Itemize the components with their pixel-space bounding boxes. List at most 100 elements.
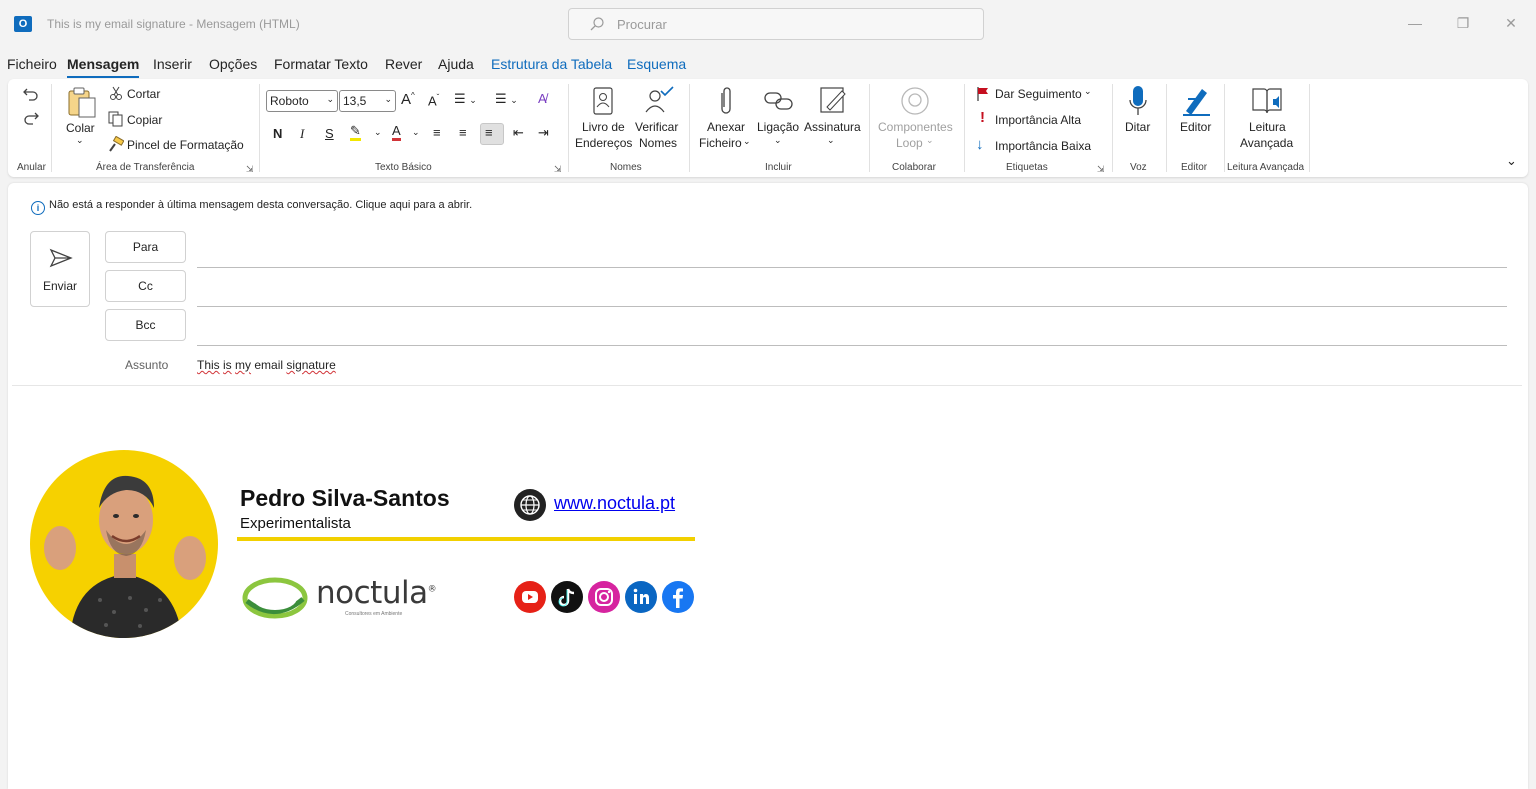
align-left-icon[interactable]: ≡ <box>433 125 441 140</box>
signature-label[interactable]: Assinatura <box>804 120 861 134</box>
redo-icon[interactable] <box>22 109 40 127</box>
link-icon[interactable] <box>763 89 795 113</box>
loop-components-icon[interactable] <box>899 85 931 117</box>
group-label-include: Incluir <box>765 162 792 173</box>
chevron-down-icon[interactable]: ⌄ <box>827 135 835 146</box>
copy-button[interactable]: Copiar <box>127 113 162 127</box>
align-right-icon[interactable]: ≡ <box>485 125 493 140</box>
tab-esquema[interactable]: Esquema <box>627 56 686 72</box>
check-names-label-2[interactable]: Nomes <box>639 136 677 150</box>
search-input[interactable]: Procurar <box>568 8 984 40</box>
microphone-icon[interactable] <box>1128 85 1148 117</box>
paste-icon[interactable] <box>66 85 98 119</box>
link-label[interactable]: Ligação <box>757 120 799 134</box>
grow-font-icon[interactable]: A^ <box>401 91 415 108</box>
tiktok-icon[interactable] <box>551 581 583 613</box>
subject-field[interactable]: This is my email signature <box>197 358 336 372</box>
check-names-icon[interactable] <box>643 85 675 115</box>
subject-word: my <box>235 358 252 372</box>
tab-mensagem[interactable]: Mensagem <box>67 56 140 78</box>
italic-button[interactable]: I <box>300 126 304 142</box>
signature-icon[interactable] <box>818 85 848 115</box>
highlight-icon[interactable]: ✎ <box>350 124 361 141</box>
check-names-label-1[interactable]: Verificar <box>635 120 678 134</box>
increase-indent-icon[interactable]: ⇥ <box>538 125 549 141</box>
signature-divider <box>237 537 695 541</box>
tab-ajuda[interactable]: Ajuda <box>438 56 474 72</box>
chevron-down-icon[interactable]: ⌄ <box>743 136 751 147</box>
website-link[interactable]: www.noctula.pt <box>554 493 675 514</box>
send-button[interactable]: Enviar <box>30 231 90 307</box>
align-center-icon[interactable]: ≡ <box>459 125 467 140</box>
bcc-button[interactable]: Bcc <box>105 309 186 341</box>
paste-dropdown-chevron-icon[interactable]: ⌄ <box>76 135 84 146</box>
bcc-field[interactable] <box>197 345 1507 346</box>
loop-components-label-1[interactable]: Componentes <box>878 120 953 134</box>
dictate-label[interactable]: Ditar <box>1125 120 1150 134</box>
editor-label[interactable]: Editor <box>1180 120 1211 134</box>
noctula-tagline: Consultores em Ambiente <box>345 611 403 617</box>
font-family-select[interactable]: Roboto ⌄ <box>266 90 338 112</box>
tab-estrutura-tabela[interactable]: Estrutura da Tabela <box>491 56 612 72</box>
cc-field[interactable] <box>197 306 1507 307</box>
decrease-indent-icon[interactable]: ⇤ <box>513 125 524 141</box>
to-button[interactable]: Para <box>105 231 186 263</box>
search-placeholder: Procurar <box>617 17 667 32</box>
address-book-icon[interactable] <box>592 86 614 116</box>
facebook-icon[interactable] <box>662 581 694 613</box>
immersive-reader-label-2[interactable]: Avançada <box>1240 136 1293 150</box>
cc-button[interactable]: Cc <box>105 270 186 302</box>
immersive-reader-label-1[interactable]: Leitura <box>1249 120 1286 134</box>
underline-button[interactable]: S <box>325 126 334 141</box>
low-importance-button[interactable]: Importância Baixa <box>995 139 1091 153</box>
chevron-down-icon: ⌄ <box>326 94 334 104</box>
chevron-down-icon[interactable]: ⌄ <box>774 135 782 146</box>
immersive-reader-icon[interactable] <box>1250 85 1284 117</box>
cut-button[interactable]: Cortar <box>127 87 160 101</box>
restore-button[interactable]: ❐ <box>1453 13 1473 33</box>
info-bar[interactable]: i Não está a responder à última mensagem … <box>31 199 472 215</box>
basic-text-launcher-icon[interactable]: ⇲ <box>554 164 562 175</box>
instagram-icon[interactable] <box>588 581 620 613</box>
address-book-label-2[interactable]: Endereços <box>575 136 632 150</box>
font-size-select[interactable]: 13,5 ⌄ <box>339 90 396 112</box>
group-label-collaborate: Colaborar <box>892 162 936 173</box>
chevron-down-icon[interactable]: ⌄ <box>374 127 382 138</box>
follow-up-button[interactable]: Dar Seguimento <box>995 87 1082 101</box>
tags-launcher-icon[interactable]: ⇲ <box>1097 164 1105 175</box>
numbering-icon[interactable]: ☰ ⌄ <box>495 91 518 107</box>
attach-file-label-2[interactable]: Ficheiro <box>699 136 742 150</box>
shrink-font-icon[interactable]: Aˇ <box>428 93 439 108</box>
tab-inserir[interactable]: Inserir <box>153 56 192 72</box>
signature-name: Pedro Silva-Santos <box>240 485 450 511</box>
chevron-down-icon[interactable]: ⌄ <box>1084 86 1092 97</box>
attach-file-label-1[interactable]: Anexar <box>707 120 745 134</box>
tab-ficheiro[interactable]: Ficheiro <box>7 56 57 72</box>
minimize-button[interactable]: — <box>1405 13 1425 33</box>
noctula-logo-mark <box>242 577 308 619</box>
bold-button[interactable]: N <box>273 126 282 141</box>
high-importance-button[interactable]: Importância Alta <box>995 113 1081 127</box>
to-field[interactable] <box>197 267 1507 268</box>
close-button[interactable]: ✕ <box>1501 13 1521 33</box>
undo-icon[interactable] <box>22 85 40 103</box>
subject-word: is <box>223 358 232 372</box>
clear-formatting-icon[interactable]: A̸ <box>538 91 547 106</box>
tab-rever[interactable]: Rever <box>385 56 422 72</box>
clipboard-launcher-icon[interactable]: ⇲ <box>246 164 254 175</box>
editor-pen-icon[interactable] <box>1180 85 1212 117</box>
address-book-label-1[interactable]: Livro de <box>582 120 625 134</box>
chevron-down-icon[interactable]: ⌄ <box>412 127 420 138</box>
bullets-icon[interactable]: ☰ ⌄ <box>454 91 477 107</box>
font-color-icon[interactable]: A <box>392 124 401 141</box>
loop-components-label-2[interactable]: Loop <box>896 136 923 150</box>
tab-opcoes[interactable]: Opções <box>209 56 257 72</box>
linkedin-icon[interactable] <box>625 581 657 613</box>
tab-formatar-texto[interactable]: Formatar Texto <box>274 56 368 72</box>
group-label-immersive: Leitura Avançada <box>1227 162 1305 173</box>
collapse-ribbon-chevron-icon[interactable]: ⌄ <box>1506 153 1517 169</box>
paste-label[interactable]: Colar <box>66 121 95 135</box>
paperclip-icon[interactable] <box>715 85 735 117</box>
youtube-icon[interactable] <box>514 581 546 613</box>
format-painter-button[interactable]: Pincel de Formatação <box>127 138 244 152</box>
